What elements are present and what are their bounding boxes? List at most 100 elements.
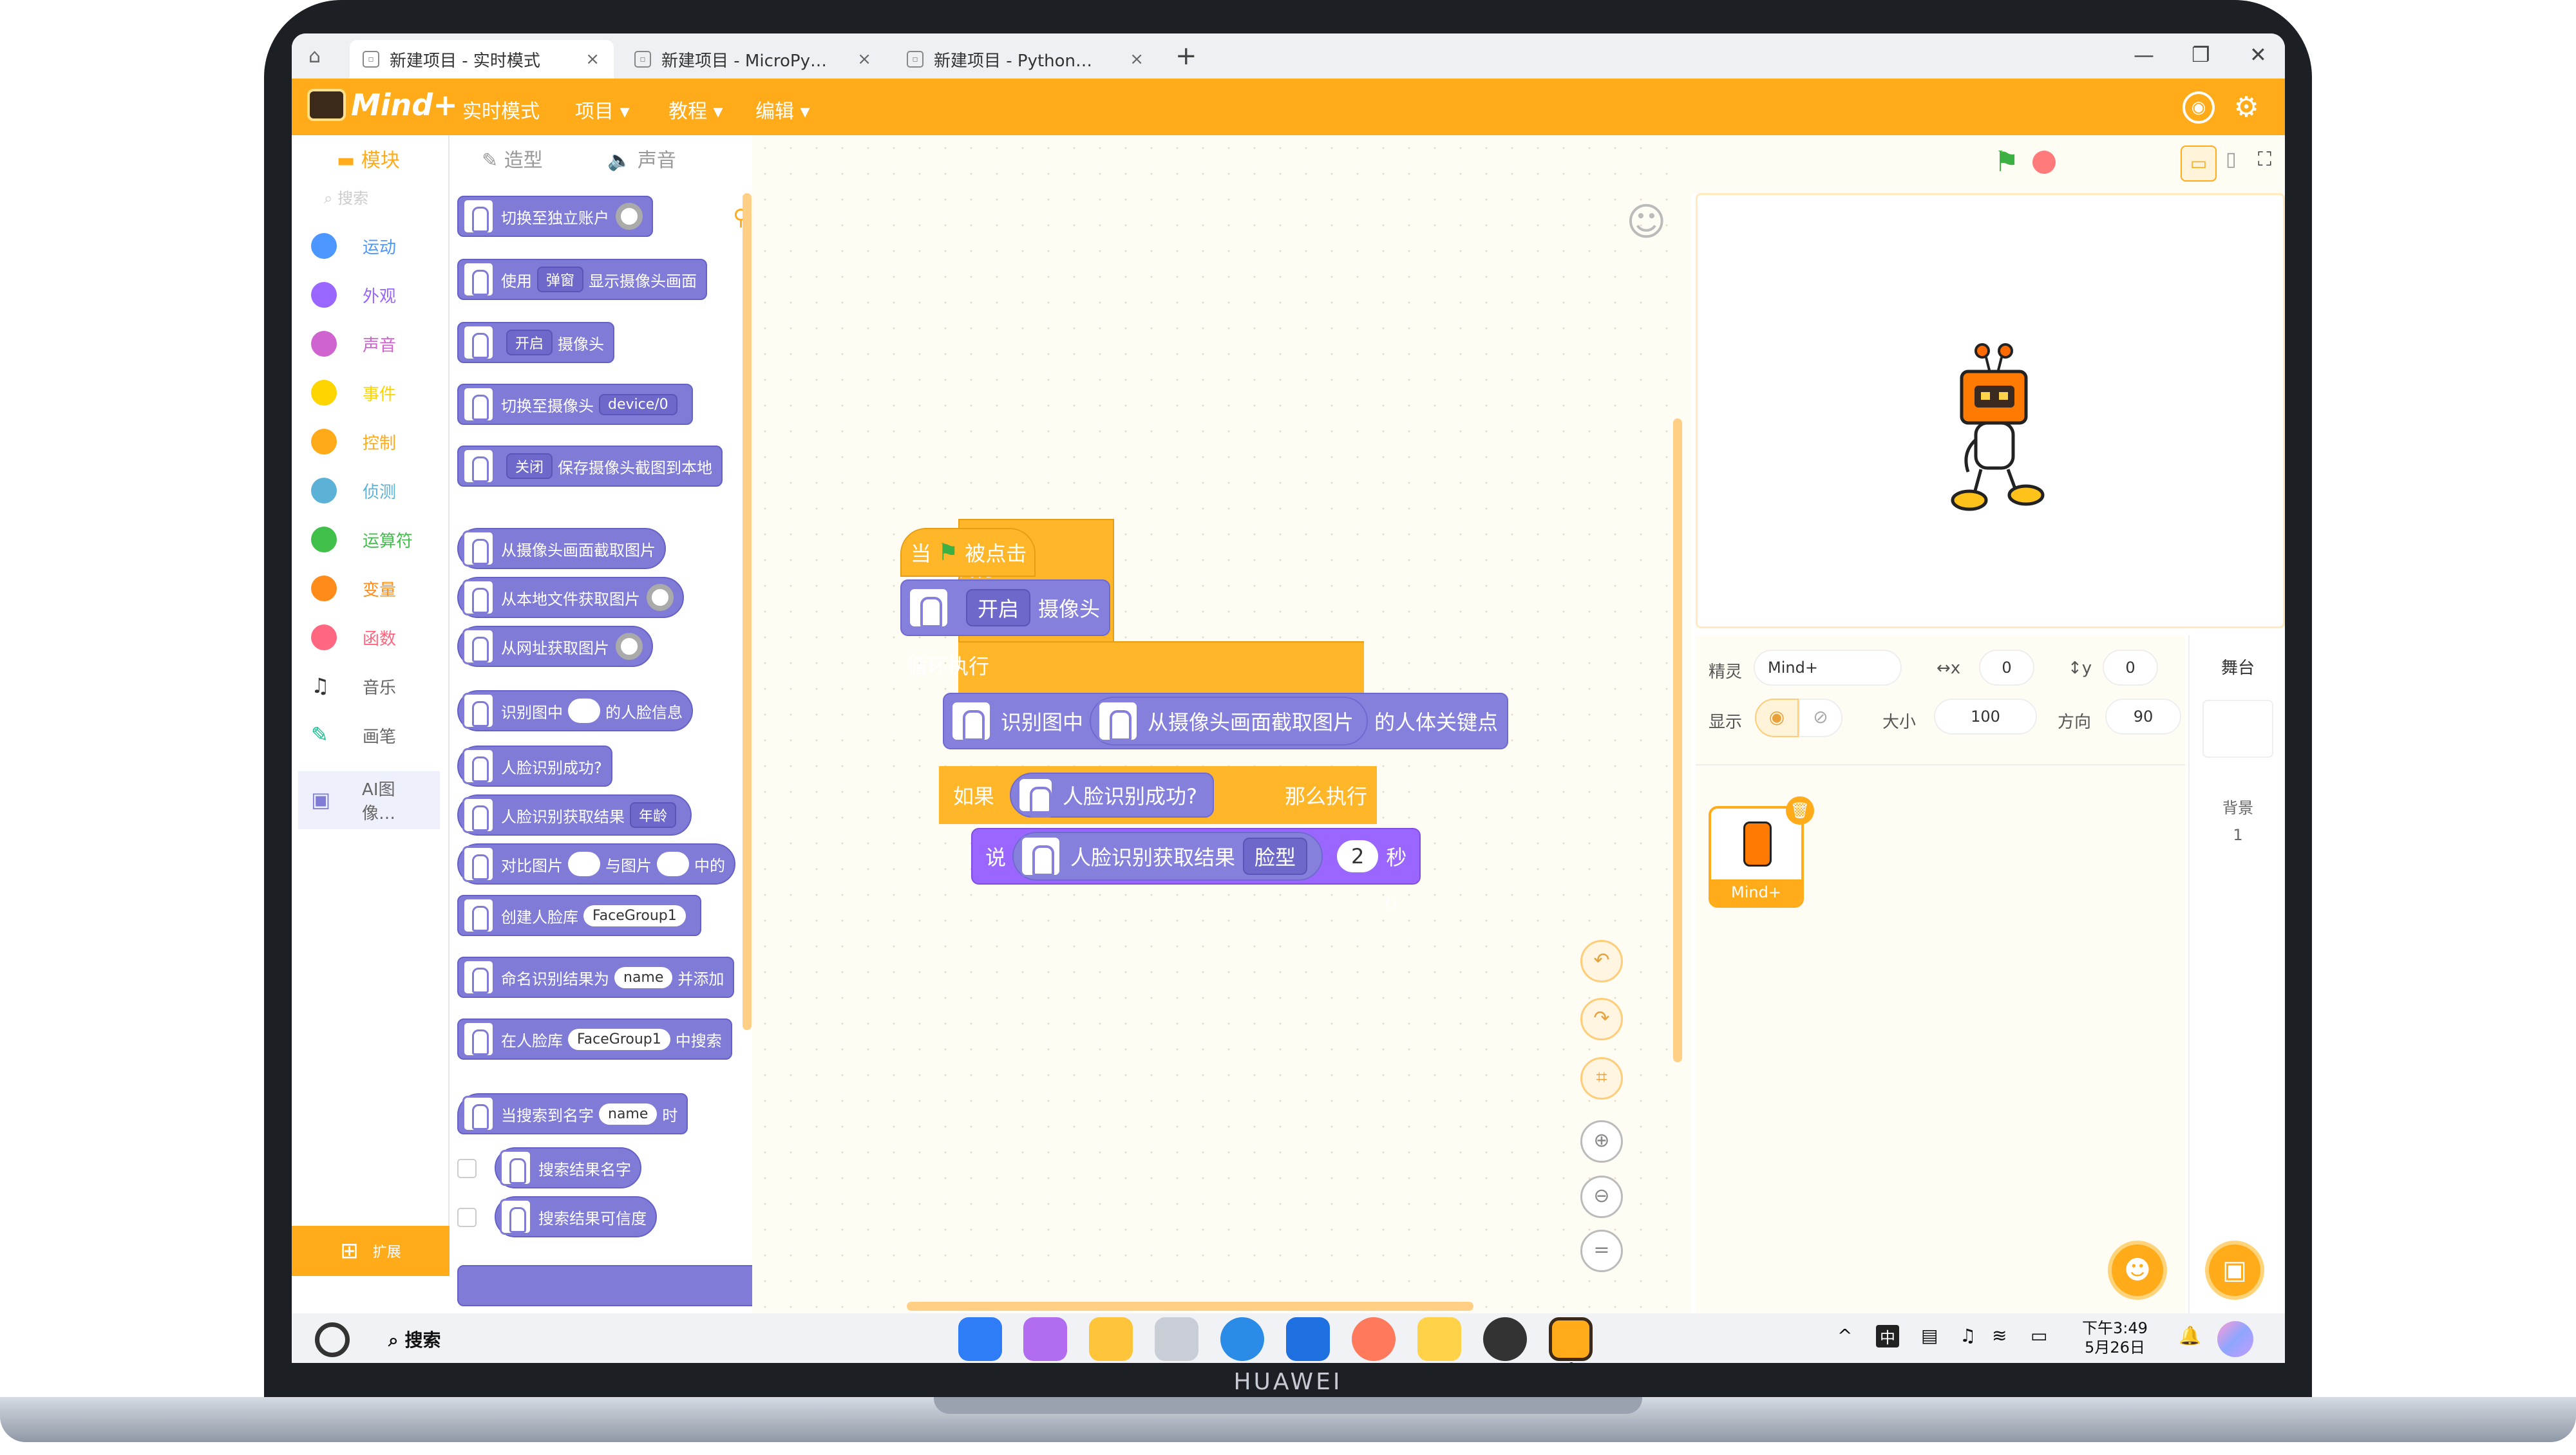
crop-button[interactable]: ⌗ [1580,1057,1623,1100]
mail-icon[interactable] [1286,1317,1330,1361]
settings-icon[interactable] [1483,1317,1527,1361]
recycle-bin-icon[interactable] [1155,1317,1198,1361]
block-create-face-library[interactable]: 创建人脸库 FaceGroup1 [457,895,701,936]
stage-canvas[interactable] [1696,193,2285,628]
notification-bell-icon[interactable]: 🔔 [2179,1325,2201,1346]
dropdown[interactable]: device/0 [599,393,677,415]
text-slot[interactable]: name [614,966,673,988]
clock[interactable]: 下午3:49 5月26日 [2082,1319,2148,1357]
category-item[interactable]: 事件 [311,380,396,406]
zoom-in-button[interactable]: ⊕ [1580,1120,1623,1163]
block-name-result[interactable]: 命名识别结果为 name 并添加 [457,957,735,998]
block-search-library[interactable]: 在人脸库 FaceGroup1 中搜索 [457,1018,732,1060]
volume-icon[interactable]: ♫ [1960,1325,1976,1346]
block-when-name-found[interactable]: 当搜索到名字 name 时 [457,1093,688,1134]
text-slot[interactable]: FaceGroup1 [568,1028,670,1050]
zoom-out-button[interactable]: ⊖ [1580,1176,1623,1218]
tab-realtime[interactable]: ▫ 新建项目 - 实时模式 × [350,40,614,79]
category-item[interactable]: 运算符 [311,527,413,552]
tab-close-icon[interactable]: × [857,50,871,69]
when-flag-clicked-block[interactable]: 当 ⚑ 被点击 [900,528,1036,577]
empty-slot[interactable] [568,699,600,723]
hidden-eye-icon[interactable]: ⊘ [1799,699,1842,737]
fullscreen-button[interactable]: ⛶ [2258,148,2271,171]
zoom-reset-button[interactable]: = [1580,1230,1623,1272]
recognize-keypoints-block[interactable]: 识别图中 从摄像头画面截取图片 的人体关键点 [943,693,1509,749]
block-url-image[interactable]: 从网址获取图片 [457,626,653,667]
settings-gear-icon[interactable]: ⚙ [2230,91,2262,124]
block-switch-camera[interactable]: 切换至摄像头 device/0 [457,384,693,425]
small-stage-button[interactable]: ▭ [2181,146,2217,182]
dropdown[interactable]: 开启 [506,330,553,355]
workspace-h-scrollbar[interactable] [907,1302,1473,1311]
category-item[interactable]: ✎ 画笔 [311,722,396,748]
checkbox-result-confidence[interactable] [457,1208,477,1227]
size-input[interactable]: 100 [1934,699,2037,735]
direction-input[interactable]: 90 [2105,699,2181,735]
gallery-icon[interactable] [1352,1317,1396,1361]
x-input[interactable]: 0 [1979,650,2034,686]
checkbox-result-name[interactable] [457,1159,477,1178]
stage-selector[interactable]: 舞台 背景 1 ▣ [2188,635,2285,1313]
redo-button[interactable]: ↷ [1580,998,1623,1040]
block-switch-account[interactable]: 切换至独立账户 [457,196,653,237]
block-search-result-name[interactable]: 搜索结果名字 [495,1147,641,1188]
category-item[interactable]: 侦测 [311,478,396,503]
undo-button[interactable]: ↶ [1580,940,1623,982]
say-for-secs-block[interactable]: 说 人脸识别获取结果 脸型 2 秒 [971,828,1421,885]
start-button[interactable] [315,1322,350,1357]
sprite-thumbnail[interactable]: Mind+ [1709,806,1804,908]
app-grid-icon[interactable] [958,1317,1002,1361]
block-face-success[interactable]: 人脸识别成功? [457,746,612,787]
category-item[interactable]: 声音 [311,331,396,357]
settings-icon[interactable] [647,584,674,611]
minimize-button[interactable]: — [2134,42,2154,67]
tray-expand-icon[interactable]: ^ [1837,1325,1852,1346]
stop-button[interactable] [2032,151,2056,174]
category-item[interactable]: 变量 [311,576,396,601]
workspace-v-scrollbar[interactable] [1673,418,1682,1062]
seconds-input[interactable]: 2 [1337,840,1379,872]
visible-eye-icon[interactable]: ◉ [1755,699,1799,737]
dropdown[interactable]: 脸型 [1243,838,1308,875]
dropdown[interactable]: 关闭 [506,453,553,479]
dropdown[interactable]: 开启 [966,589,1031,626]
menu-tutorial[interactable]: 教程 ▾ [668,95,723,124]
text-slot[interactable]: FaceGroup1 [583,905,686,926]
face-success-condition[interactable]: 人脸识别成功? [1010,773,1214,818]
mindplus-robot-sprite[interactable] [1936,343,2052,523]
add-sprite-button[interactable]: ☻ [2108,1241,2167,1300]
y-input[interactable]: 0 [2103,650,2158,686]
tab-close-icon[interactable]: × [1130,50,1144,69]
sprite-name-input[interactable]: Mind+ [1754,650,1902,686]
large-stage-button[interactable]: ▯ [2226,148,2237,171]
category-search[interactable]: ⌕ 搜索 [324,185,368,208]
home-icon[interactable]: ⌂ [308,45,321,68]
category-item[interactable]: ▣ AI图像… [298,771,440,829]
block-compare-images[interactable]: 对比图片 与图片 中的 [457,843,735,885]
delete-sprite-icon[interactable]: 🗑 [1786,796,1814,825]
capture-image-reporter[interactable]: 从摄像头画面截取图片 [1090,697,1368,746]
browser-icon[interactable] [1220,1317,1264,1361]
menu-realtime-mode[interactable]: 实时模式 [462,95,540,124]
clipboard-icon[interactable]: ▤ [1921,1325,1938,1346]
text-slot[interactable]: name [599,1103,658,1125]
menu-edit[interactable]: 编辑 ▾ [755,95,810,124]
multitask-icon[interactable] [1023,1317,1067,1361]
files-icon[interactable] [1089,1317,1133,1361]
tab-costumes[interactable]: ✎ 造型 [482,144,543,173]
block-face-result[interactable]: 人脸识别获取结果 年龄 [457,794,692,836]
category-item[interactable]: ♫ 音乐 [311,673,396,699]
robot-connect-icon[interactable]: ◉ [2183,91,2215,124]
tab-close-icon[interactable]: × [585,50,600,69]
camera-toggle-block[interactable]: 开启 摄像头 [900,579,1111,636]
taskbar-search[interactable]: ⌕ 搜索 [388,1326,440,1352]
category-item[interactable]: 函数 [311,624,396,650]
block-face-info[interactable]: 识别图中 的人脸信息 [457,690,693,731]
notes-icon[interactable] [1417,1317,1461,1361]
block-show-camera[interactable]: 使用 弹窗 显示摄像头画面 [457,259,708,300]
battery-icon[interactable]: ▭ [2031,1325,2047,1346]
wifi-icon[interactable]: ≋ [1992,1325,2007,1346]
close-window-button[interactable]: ✕ [2249,42,2267,67]
tab-blocks[interactable]: ▬ 模块 [337,144,400,173]
